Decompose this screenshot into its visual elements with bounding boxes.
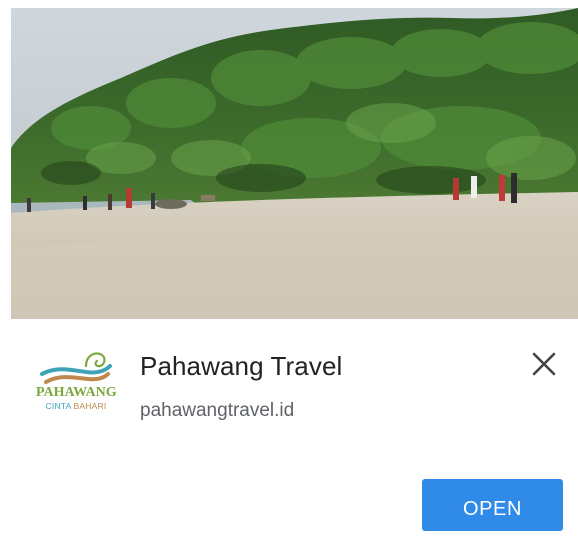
- logo-subtitle-part2: BAHARI: [73, 401, 107, 411]
- wave-logo-icon: [40, 352, 112, 384]
- close-icon[interactable]: [528, 348, 560, 380]
- logo-subtitle: CINTA BAHARI: [36, 401, 116, 411]
- beach-photo: [11, 8, 578, 319]
- logo-subtitle-part1: CINTA: [45, 401, 71, 411]
- ad-title[interactable]: Pahawang Travel: [140, 351, 342, 382]
- ad-domain: pahawangtravel.id: [140, 400, 295, 421]
- logo-wordmark: PAHAWANG: [36, 385, 117, 400]
- ad-hero-image[interactable]: [11, 8, 578, 319]
- open-button[interactable]: OPEN: [422, 479, 563, 531]
- pahawang-logo: PAHAWANG CINTA BAHARI: [36, 344, 117, 424]
